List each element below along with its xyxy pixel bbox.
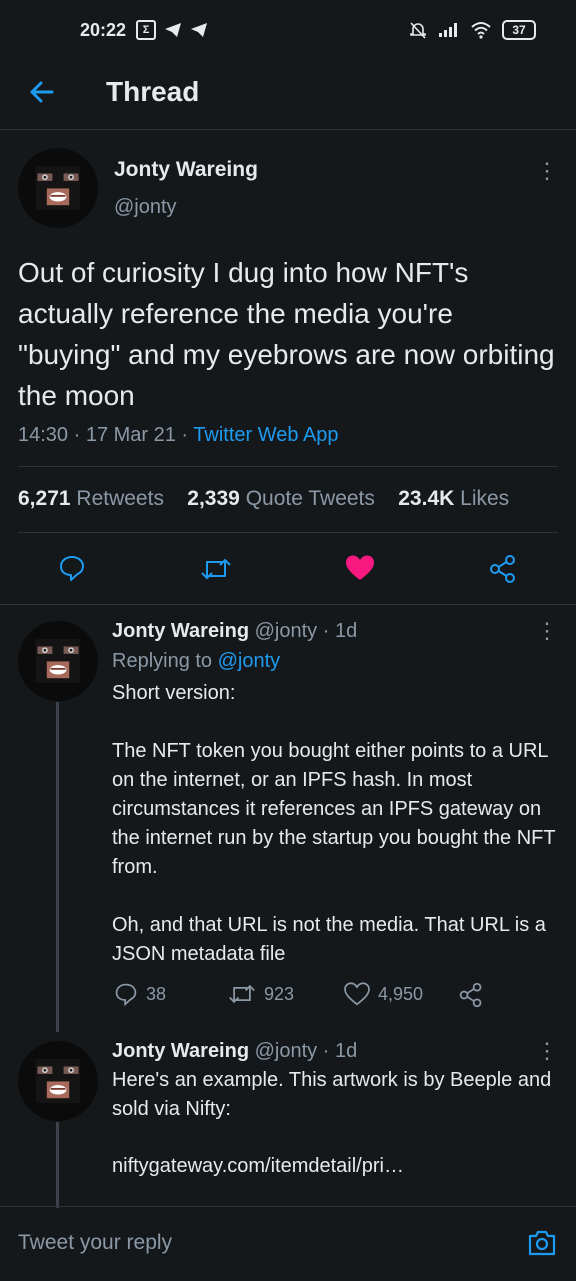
top-app-bar: Thread xyxy=(0,60,576,130)
quotes-stat[interactable]: 2,339 Quote Tweets xyxy=(187,487,375,510)
like-icon xyxy=(344,982,370,1006)
more-options-icon[interactable]: ⋮ xyxy=(536,160,558,182)
share-icon[interactable] xyxy=(458,982,484,1008)
reply-header: Jonty Wareing @jonty · 1d xyxy=(112,617,357,646)
stats-divider xyxy=(18,532,558,533)
tweet-text: Out of curiosity I dug into how NFT's ac… xyxy=(18,257,555,411)
quotes-label: Quote Tweets xyxy=(245,487,375,510)
tweet-actions xyxy=(0,548,576,590)
reply-composer: Tweet your reply xyxy=(0,1206,576,1281)
sigma-app-icon: Σ xyxy=(136,20,156,40)
reply-header: Jonty Wareing @jonty · 1d xyxy=(112,1037,357,1066)
reply-icon[interactable] xyxy=(58,554,86,582)
reply-body: Here's an example. This artwork is by Be… xyxy=(112,1066,560,1124)
reply-age: · 1d xyxy=(322,1040,358,1062)
retweet-count: 923 xyxy=(264,983,295,1004)
reply-paragraph: Oh, and that URL is not the media. That … xyxy=(112,914,546,965)
reply-paragraph: Short version: xyxy=(112,682,236,704)
retweets-stat[interactable]: 6,271 Retweets xyxy=(18,487,164,510)
reply-input[interactable]: Tweet your reply xyxy=(18,1231,172,1255)
reply-author-handle[interactable]: @jonty xyxy=(255,620,318,642)
quotes-count: 2,339 xyxy=(187,487,240,510)
camera-icon[interactable] xyxy=(526,1227,558,1259)
reply-author-name[interactable]: Jonty Wareing xyxy=(112,620,249,642)
thread-connector xyxy=(56,702,59,1032)
reply-body: Short version: The NFT token you bought … xyxy=(112,679,560,969)
retweets-count: 6,271 xyxy=(18,487,71,510)
status-bar: 20:22 Σ 37 xyxy=(0,0,576,64)
author-handle[interactable]: @jonty xyxy=(114,196,177,219)
reply-link[interactable]: niftygateway.com/itemdetail/pri… xyxy=(112,1152,404,1181)
avatar-image xyxy=(35,1058,81,1104)
likes-label: Likes xyxy=(460,487,510,510)
telegram-icon xyxy=(165,23,181,37)
avatar-image xyxy=(35,638,81,684)
likes-stat[interactable]: 23.4K Likes xyxy=(398,487,509,510)
avatar[interactable] xyxy=(18,148,98,228)
reply-retweet-action[interactable]: 923 xyxy=(228,982,294,1006)
like-count: 4,950 xyxy=(378,983,424,1004)
bell-muted-icon xyxy=(410,22,426,39)
header-divider xyxy=(0,129,576,130)
avatar[interactable] xyxy=(18,1041,98,1121)
wifi-icon xyxy=(471,22,491,39)
back-arrow-icon[interactable] xyxy=(26,76,58,108)
reply-paragraph: Here's an example. This artwork is by Be… xyxy=(112,1069,552,1120)
retweet-icon xyxy=(229,984,255,1004)
meta-divider xyxy=(18,466,558,467)
reply-age: · 1d xyxy=(322,620,358,642)
replying-to-link[interactable]: @jonty xyxy=(218,650,281,672)
replying-to: Replying to @jonty xyxy=(112,647,280,676)
notification-icons: Σ xyxy=(136,20,208,40)
page-title: Thread xyxy=(106,76,200,107)
system-icons: 37 xyxy=(408,20,536,40)
reply-icon xyxy=(115,983,137,1006)
signal-icon xyxy=(439,23,457,37)
tweet-meta: 14:30 · 17 Mar 21 · Twitter Web App xyxy=(18,424,339,447)
share-icon[interactable] xyxy=(488,554,518,584)
status-time: 20:22 xyxy=(80,20,127,40)
like-icon[interactable] xyxy=(345,554,375,582)
avatar[interactable] xyxy=(18,621,98,701)
avatar-image xyxy=(35,165,81,211)
thread-connector xyxy=(56,1122,59,1208)
reply-paragraph: The NFT token you bought either points t… xyxy=(112,740,556,878)
more-options-icon[interactable]: ⋮ xyxy=(536,1040,558,1062)
telegram-icon xyxy=(191,23,207,37)
reply-reply-action[interactable]: 38 xyxy=(114,982,166,1006)
replying-to-prefix: Replying to xyxy=(112,650,218,672)
author-name[interactable]: Jonty Wareing xyxy=(114,158,258,182)
reply-count: 38 xyxy=(146,983,167,1004)
reply-actions: 38 923 4,950 xyxy=(114,982,554,1010)
more-options-icon[interactable]: ⋮ xyxy=(536,620,558,642)
main-tweet-divider xyxy=(0,604,576,605)
reply-like-action[interactable]: 4,950 xyxy=(344,982,423,1006)
tweet-stats: 6,271 Retweets 2,339 Quote Tweets 23.4K … xyxy=(18,487,509,511)
reply-author-handle[interactable]: @jonty xyxy=(255,1040,318,1062)
reply-author-name[interactable]: Jonty Wareing xyxy=(112,1040,249,1062)
tweet-timestamp: 14:30 · 17 Mar 21 · xyxy=(18,424,194,446)
likes-count: 23.4K xyxy=(398,487,455,510)
tweet-source-link[interactable]: Twitter Web App xyxy=(193,424,338,446)
retweet-icon[interactable] xyxy=(200,556,232,582)
retweets-label: Retweets xyxy=(76,487,164,510)
battery-icon: 37 xyxy=(502,20,536,40)
